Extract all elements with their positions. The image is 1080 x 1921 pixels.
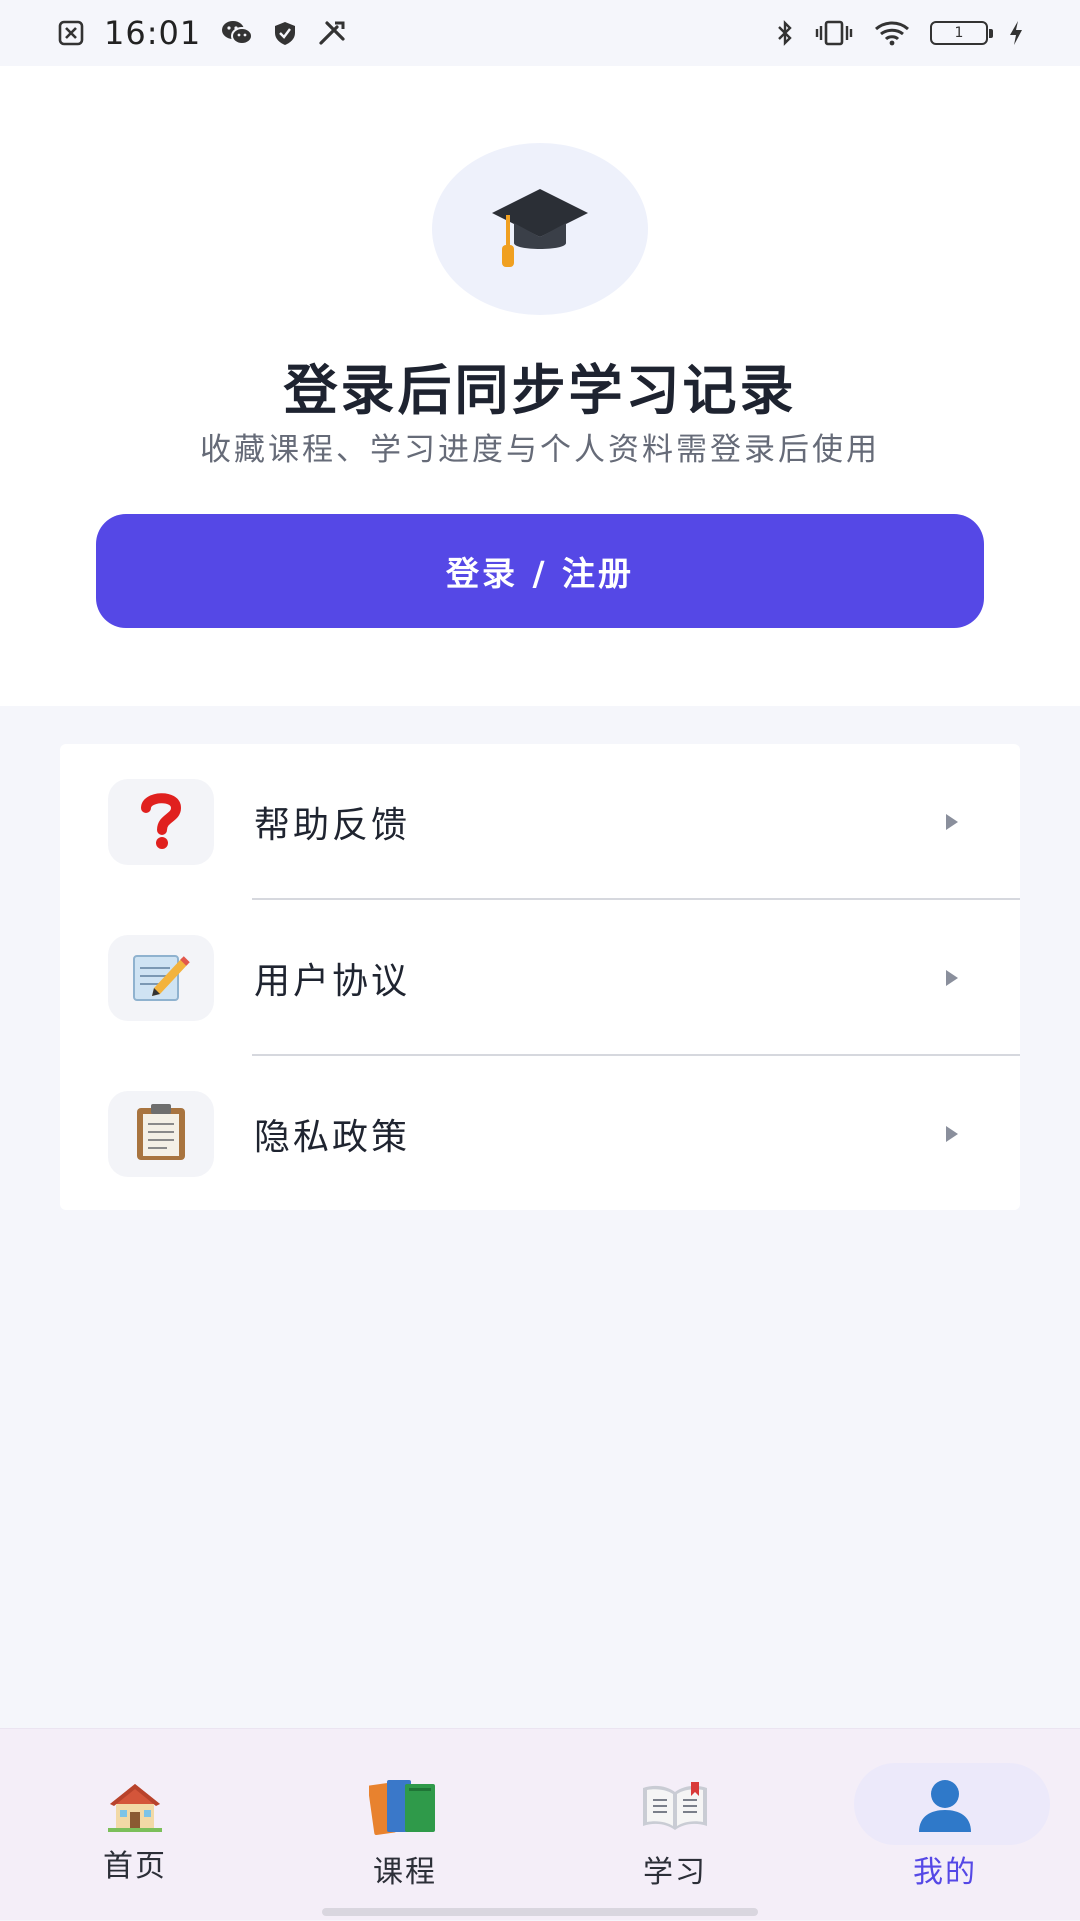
status-right: 1: [776, 19, 1024, 47]
menu-label: 隐私政策: [254, 1116, 411, 1158]
nav-item-home[interactable]: 首页: [0, 1729, 270, 1921]
login-register-button[interactable]: 登录 / 注册: [96, 514, 984, 628]
avatar: [432, 143, 648, 315]
memo-pencil-icon: [130, 948, 192, 1008]
chevron-right-icon: [946, 1125, 958, 1142]
vibrate-icon: [814, 20, 854, 46]
menu-item-privacy-policy[interactable]: 隐私政策: [60, 1056, 1020, 1211]
nav-label: 首页: [103, 1849, 167, 1884]
menu-item-user-agreement[interactable]: 用户协议: [60, 900, 1020, 1055]
battery-level: 1: [954, 25, 964, 41]
books-icon: [355, 1771, 455, 1841]
tools-icon: [317, 19, 347, 47]
login-section: 登录后同步学习记录 收藏课程、学习进度与个人资料需登录后使用 登录 / 注册: [0, 66, 1080, 706]
user-icon: [895, 1771, 995, 1841]
chevron-right-icon: [946, 969, 958, 986]
house-icon: [85, 1771, 185, 1841]
login-title: 登录后同步学习记录: [283, 359, 797, 422]
question-mark-icon: [136, 790, 186, 854]
wifi-icon: [874, 20, 910, 46]
nav-item-mine[interactable]: 我的: [810, 1729, 1080, 1921]
clipboard-icon: [133, 1102, 189, 1166]
home-indicator[interactable]: [322, 1908, 758, 1916]
graduation-cap-icon: [488, 185, 592, 273]
login-subtitle: 收藏课程、学习进度与个人资料需登录后使用: [200, 432, 880, 468]
status-bar: 16:01 1: [0, 0, 1080, 66]
nav-label: 学习: [643, 1855, 707, 1890]
nav-label: 课程: [373, 1855, 437, 1890]
open-book-icon: [625, 1771, 725, 1841]
shield-icon: [273, 20, 297, 46]
status-left: 16:01: [58, 14, 347, 52]
nav-label: 我的: [913, 1855, 977, 1890]
bluetooth-icon: [776, 19, 794, 47]
battery-icon: 1: [930, 21, 993, 45]
wechat-icon: [221, 19, 254, 47]
chevron-right-icon: [946, 813, 958, 830]
bottom-nav: 首页 课程 学习 我的: [0, 1728, 1080, 1920]
status-time: 16:01: [104, 14, 202, 52]
nav-item-courses[interactable]: 课程: [270, 1729, 540, 1921]
menu-label: 帮助反馈: [254, 804, 411, 846]
menu-icon-box: [108, 1090, 214, 1177]
menu-label: 用户协议: [254, 960, 411, 1002]
notification-close-icon: [58, 20, 84, 46]
menu-card: 帮助反馈 用户协议 隐私政策: [60, 744, 1020, 1210]
nav-item-study[interactable]: 学习: [540, 1729, 810, 1921]
menu-icon-box: [108, 934, 214, 1021]
charging-icon: [1008, 20, 1024, 46]
menu-item-help-feedback[interactable]: 帮助反馈: [60, 744, 1020, 899]
menu-icon-box: [108, 778, 214, 865]
